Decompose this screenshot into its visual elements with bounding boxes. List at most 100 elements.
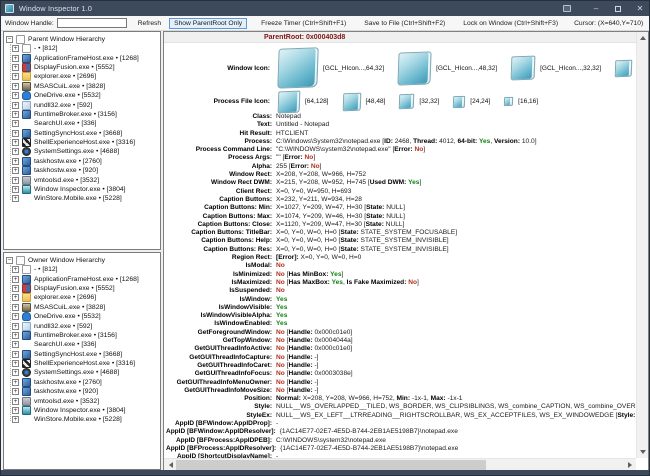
collapse-icon[interactable]: − [6,36,13,43]
expand-icon[interactable]: + [12,120,19,127]
inspector-icon [22,185,31,194]
expand-icon[interactable]: + [12,360,19,367]
expand-icon[interactable]: + [12,416,19,423]
tree-item[interactable]: +ShellExperienceHost.exe • [3316] [4,138,160,147]
expand-icon[interactable]: + [12,167,19,174]
vm-icon [22,176,31,185]
expand-icon[interactable]: + [12,186,19,193]
expand-icon[interactable]: + [12,276,19,283]
expand-icon[interactable]: + [12,64,19,71]
scroll-down-button[interactable] [637,447,649,458]
tree-item-label: RuntimeBroker.exe • [3156] [34,332,117,339]
tree-item[interactable]: +DisplayFusion.exe • [5552] [4,63,160,72]
tree-item[interactable]: +WinStore.Mobile.exe • [5228] [4,415,160,424]
tree-item[interactable]: +explorer.exe • [2696] [4,293,160,302]
tree-item[interactable]: +OneDrive.exe • [5532] [4,91,160,100]
expand-icon[interactable]: + [12,148,19,155]
expand-icon[interactable]: + [12,388,19,395]
expand-icon[interactable]: + [12,73,19,80]
tree-item[interactable]: +SearchUI.exe • [336] [4,119,160,128]
horizontal-scrollbar[interactable] [164,458,636,470]
tree-item[interactable]: +WinStore.Mobile.exe • [5228] [4,194,160,203]
tree-item[interactable]: +OneDrive.exe • [5532] [4,312,160,321]
tree-item[interactable]: +rundll32.exe • [592] [4,321,160,330]
save-to-file-button[interactable]: Save to File (Ctrl+Shift+F2) [359,18,450,29]
tree-item[interactable]: +- • [812] [4,44,160,53]
tree-item[interactable]: +MSASCuiL.exe • [3828] [4,82,160,91]
expand-icon[interactable]: + [12,83,19,90]
tree-item[interactable]: +ShellExperienceHost.exe • [3316] [4,359,160,368]
checker-icon [22,138,31,147]
value-segment: Handle: [288,362,312,369]
tree-item[interactable]: +DisplayFusion.exe • [5552] [4,284,160,293]
expand-icon[interactable]: + [12,195,19,202]
expand-icon[interactable]: + [12,379,19,386]
tree-item[interactable]: +taskhostw.exe • [2760] [4,378,160,387]
tree-item[interactable]: +SystemSettings.exe • [4688] [4,368,160,377]
tree-item[interactable]: +Window Inspector.exe • [3804] [4,185,160,194]
detail-row: Alpha:255 [Error: No] [166,163,636,171]
expand-icon[interactable]: + [12,130,19,137]
tree-item[interactable]: +taskhostw.exe • [920] [4,166,160,175]
refresh-button[interactable]: Refresh [133,18,166,29]
tree-item[interactable]: +vmtoolsd.exe • [3532] [4,396,160,405]
expand-icon[interactable]: + [12,158,19,165]
expand-icon[interactable]: + [12,102,19,109]
expand-icon[interactable]: + [12,139,19,146]
expand-icon[interactable]: + [12,313,19,320]
minimize-button[interactable]: – [585,1,607,16]
expand-icon[interactable]: + [12,45,19,52]
tree-item[interactable]: +MSASCuiL.exe • [3828] [4,303,160,312]
window-handle-input[interactable] [57,18,127,28]
parent-tree-root[interactable]: − Parent Window Hierarchy [6,34,160,44]
tree-item[interactable]: +RuntimeBroker.exe • [3156] [4,110,160,119]
tree-item[interactable]: +SearchUI.exe • [336] [4,340,160,349]
expand-icon[interactable]: + [12,323,19,330]
tree-item[interactable]: +taskhostw.exe • [920] [4,387,160,396]
expand-icon[interactable]: + [12,55,19,62]
detail-label: AppID [BFProcess:AppIDPEB]: [166,437,272,444]
detail-row: Caption Buttons:X=232, Y=211, W=934, H=2… [166,196,636,204]
value-segment: {1AC14E77-02E7-4E5D-B744-2EB1AE5198B7}\n… [280,445,458,452]
gear-icon [22,368,31,377]
horizontal-scroll-thumb[interactable] [176,460,486,470]
expand-icon[interactable]: + [12,285,19,292]
freeze-timer-button[interactable]: Freeze Timer (Ctrl+Shift+F1) [256,18,351,29]
expand-icon[interactable]: + [12,304,19,311]
expand-icon[interactable]: + [12,332,19,339]
expand-icon[interactable]: + [12,369,19,376]
none-icon [22,119,31,128]
expand-icon[interactable]: + [12,177,19,184]
detail-label: Caption Buttons: Res: [166,246,272,253]
tree-item[interactable]: +taskhostw.exe • [2760] [4,157,160,166]
expand-icon[interactable]: + [12,266,19,273]
tree-item[interactable]: +rundll32.exe • [592] [4,100,160,109]
expand-icon[interactable]: + [12,341,19,348]
show-parentroot-only-toggle[interactable]: Show ParentRoot Only [169,18,247,29]
vertical-scrollbar[interactable] [636,32,648,458]
scroll-up-button[interactable] [637,32,649,43]
maximize-button[interactable] [607,1,629,16]
tree-item[interactable]: +SettingSyncHost.exe • [3668] [4,350,160,359]
expand-icon[interactable]: + [12,294,19,301]
expand-icon[interactable]: + [12,398,19,405]
tree-item[interactable]: +ApplicationFrameHost.exe • [1268] [4,53,160,62]
close-button[interactable]: ✕ [629,1,650,16]
expand-icon[interactable]: + [12,92,19,99]
tree-item[interactable]: +SettingSyncHost.exe • [3668] [4,129,160,138]
tree-item[interactable]: +ApplicationFrameHost.exe • [1268] [4,274,160,283]
expand-icon[interactable]: + [12,351,19,358]
tree-item[interactable]: +Window Inspector.exe • [3804] [4,406,160,415]
tree-item[interactable]: +SystemSettings.exe • [4688] [4,147,160,156]
titlebar-badge-icon[interactable] [563,5,571,12]
tree-item[interactable]: + RuntimeBroker.exe • [3156] [4,331,160,340]
tree-item[interactable]: +explorer.exe • [2696] [4,72,160,81]
expand-icon[interactable]: + [12,111,19,118]
detail-value: X=1120, Y=209, W=47, H=30 [State: NULL] [276,221,404,228]
lock-on-window-button[interactable]: Lock on Window (Ctrl+Shift+F3) [458,18,563,29]
expand-icon[interactable]: + [12,407,19,414]
tree-item[interactable]: +- • [812] [4,265,160,274]
collapse-icon[interactable]: − [6,257,13,264]
tree-item[interactable]: +vmtoolsd.exe • [3532] [4,175,160,184]
owner-tree-root[interactable]: − Owner Window Hierarchy [6,255,160,265]
